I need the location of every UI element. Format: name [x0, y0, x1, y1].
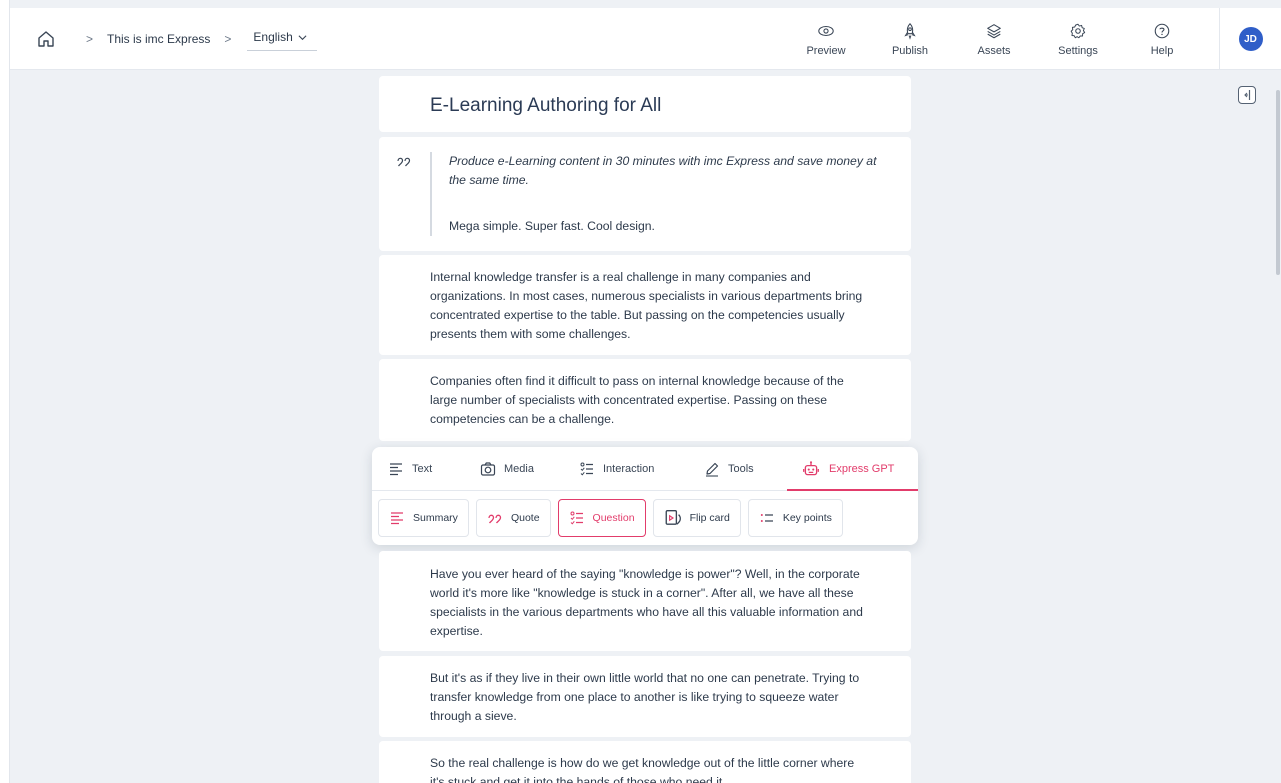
- language-label: English: [253, 30, 293, 44]
- tab-tools-label: Tools: [728, 463, 754, 475]
- checklist-icon: [580, 462, 593, 476]
- quote-label: Quote: [510, 512, 540, 524]
- breadcrumb-separator: >: [86, 31, 94, 46]
- settings-label: Settings: [1058, 44, 1098, 57]
- assets-button[interactable]: Assets: [959, 8, 1029, 70]
- question-label: Question: [592, 512, 635, 524]
- pencil-icon: [706, 462, 719, 477]
- breadcrumb-separator: >: [224, 31, 232, 46]
- title-block[interactable]: E-Learning Authoring for All: [379, 76, 911, 132]
- publish-label: Publish: [891, 44, 929, 57]
- assets-label: Assets: [977, 44, 1011, 57]
- tab-interaction[interactable]: Interaction: [579, 447, 654, 491]
- preview-label: Preview: [806, 44, 846, 57]
- scrollbar[interactable]: [1276, 90, 1280, 275]
- summary-label: Summary: [413, 512, 458, 524]
- user-menu[interactable]: JD: [1219, 8, 1281, 70]
- home-icon[interactable]: [36, 29, 56, 49]
- question-button[interactable]: Question: [557, 499, 646, 537]
- chevron-down-icon: [298, 34, 307, 40]
- question-list-icon: [570, 511, 583, 525]
- tab-media-label: Media: [504, 463, 534, 475]
- panel-toggle-button[interactable]: [1238, 86, 1256, 104]
- tab-media[interactable]: Media: [480, 447, 534, 491]
- robot-icon: [803, 461, 819, 476]
- collapse-panel-icon: [1244, 90, 1251, 100]
- top-bar: > This is imc Express > English Preview …: [10, 8, 1281, 70]
- quote-bar: [430, 152, 432, 236]
- quote-button[interactable]: Quote: [475, 499, 551, 537]
- tab-express-gpt-label: Express GPT: [829, 463, 895, 475]
- camera-icon: [480, 462, 496, 476]
- quote-text: Produce e-Learning content in 30 minutes…: [449, 154, 877, 187]
- flip-card-label: Flip card: [689, 512, 730, 524]
- breadcrumb-course[interactable]: This is imc Express: [107, 32, 210, 46]
- key-points-icon: [760, 514, 773, 522]
- quote-icon: [397, 157, 411, 167]
- quote-subtext: Mega simple. Super fast. Cool design.: [449, 219, 655, 233]
- settings-button[interactable]: Settings: [1043, 8, 1113, 70]
- paragraph: So the real challenge is how do we get k…: [430, 756, 855, 783]
- text-block[interactable]: So the real challenge is how do we get k…: [379, 741, 911, 783]
- rocket-icon: [904, 22, 916, 40]
- paragraph: Companies often find it difficult to pas…: [430, 374, 844, 426]
- gpt-options: Summary Quote Question Flip card Key poi…: [378, 499, 850, 537]
- paragraph: Internal knowledge transfer is a real ch…: [430, 270, 863, 341]
- active-tab-indicator: [787, 489, 918, 491]
- insert-toolbar: Text Media Interaction Tools Express GPT…: [372, 447, 918, 545]
- text-block[interactable]: Companies often find it difficult to pas…: [379, 359, 911, 441]
- text-lines-icon: [390, 463, 402, 476]
- publish-button[interactable]: Publish: [875, 8, 945, 70]
- tab-text[interactable]: Text: [388, 447, 432, 491]
- language-select[interactable]: English: [247, 26, 317, 51]
- breadcrumb: > This is imc Express > English: [10, 26, 317, 51]
- text-block[interactable]: Have you ever heard of the saying "knowl…: [379, 551, 911, 651]
- flip-card-icon: [665, 510, 681, 525]
- flip-card-button[interactable]: Flip card: [652, 499, 741, 537]
- toolbar-tabs: Text Media Interaction Tools Express GPT: [372, 447, 918, 491]
- paragraph: But it's as if they live in their own li…: [430, 671, 860, 723]
- preview-button[interactable]: Preview: [791, 8, 861, 70]
- summary-icon: [391, 512, 403, 525]
- paragraph: Have you ever heard of the saying "knowl…: [430, 567, 863, 638]
- quote-icon: [488, 514, 502, 524]
- tab-text-label: Text: [412, 463, 433, 475]
- text-block[interactable]: Internal knowledge transfer is a real ch…: [379, 255, 911, 355]
- help-label: Help: [1150, 44, 1174, 57]
- summary-button[interactable]: Summary: [378, 499, 469, 537]
- avatar[interactable]: JD: [1238, 27, 1263, 51]
- window-frame: [0, 0, 10, 783]
- top-nav: Preview Publish Assets Settings Help JD: [777, 8, 1281, 70]
- key-points-label: Key points: [782, 512, 832, 524]
- layers-icon: [987, 23, 1001, 38]
- tab-express-gpt[interactable]: Express GPT: [801, 447, 894, 491]
- key-points-button[interactable]: Key points: [747, 499, 843, 537]
- help-button[interactable]: Help: [1127, 8, 1197, 70]
- help-icon: [1154, 23, 1170, 38]
- eye-icon: [818, 25, 834, 36]
- quote-block[interactable]: Produce e-Learning content in 30 minutes…: [379, 137, 911, 251]
- page-title: E-Learning Authoring for All: [430, 95, 662, 116]
- gear-icon: [1070, 23, 1086, 38]
- tab-interaction-label: Interaction: [603, 463, 655, 475]
- text-block[interactable]: But it's as if they live in their own li…: [379, 656, 911, 737]
- tab-tools[interactable]: Tools: [704, 447, 754, 491]
